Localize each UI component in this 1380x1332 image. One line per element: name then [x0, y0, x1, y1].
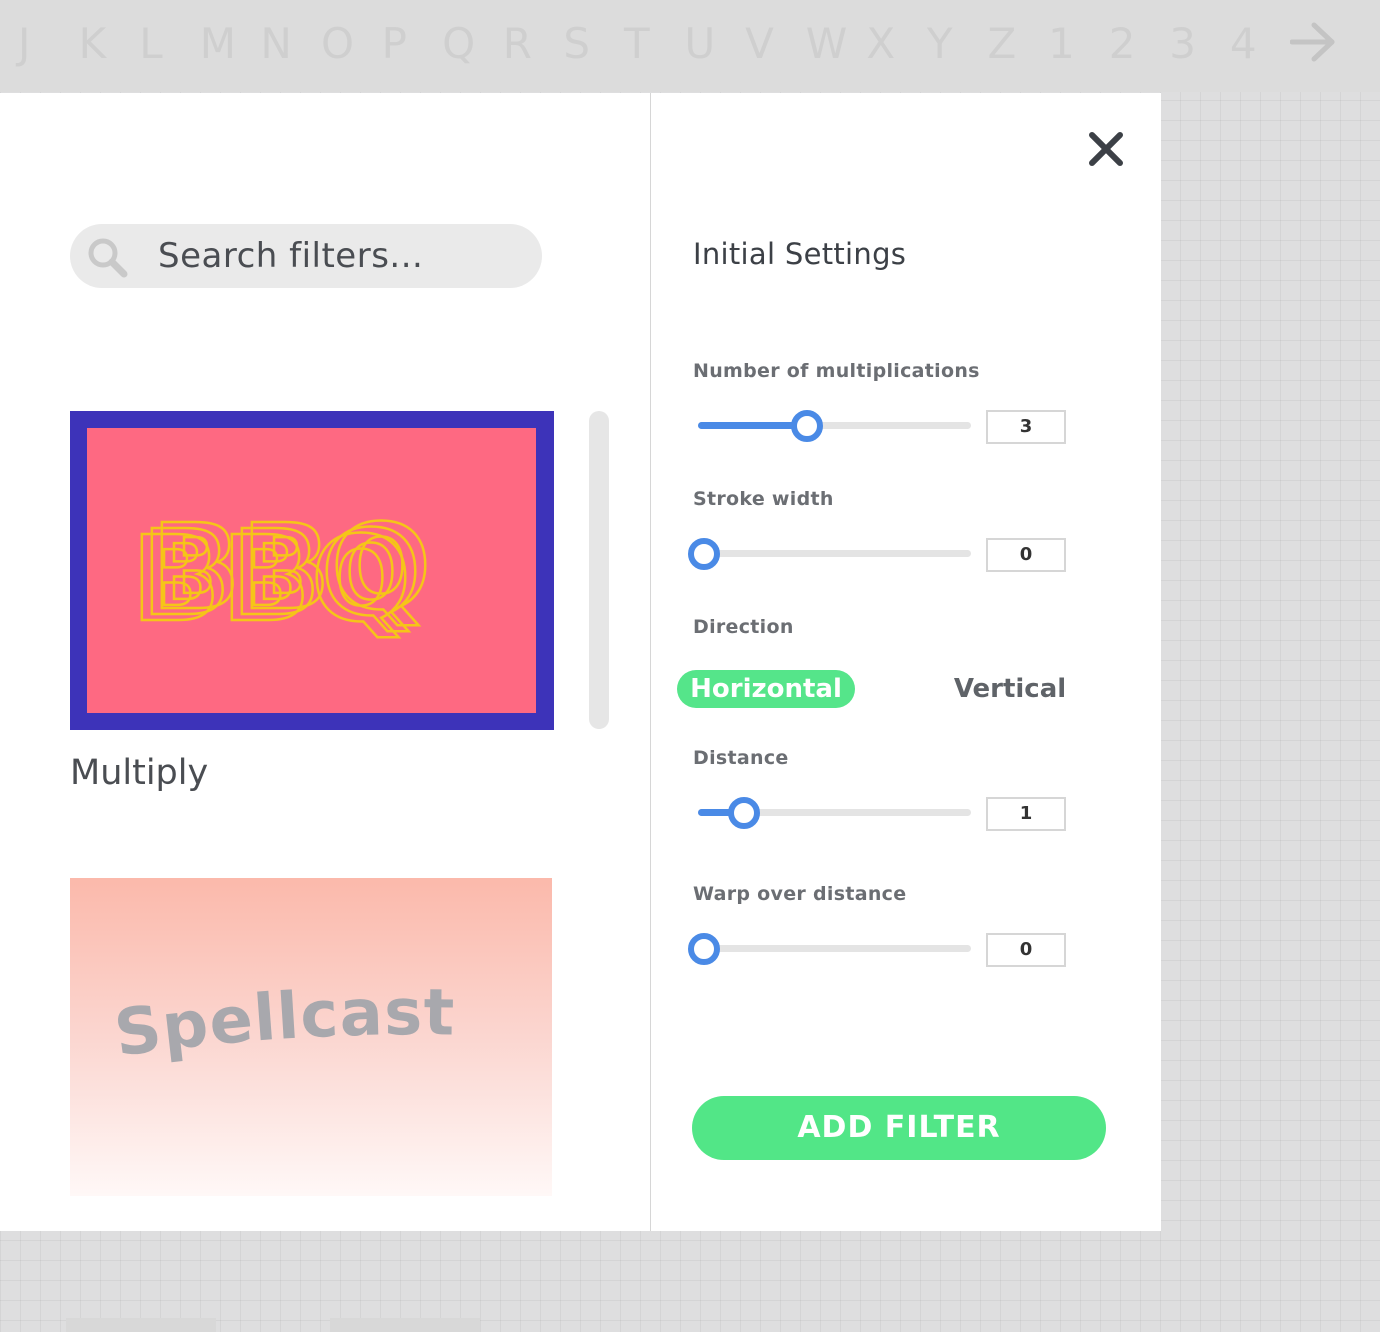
filter-list-scrollbar[interactable]: [589, 411, 609, 729]
letter-o[interactable]: O: [321, 18, 382, 70]
warp-slider-thumb[interactable]: [688, 933, 720, 965]
distance-slider-thumb[interactable]: [728, 797, 761, 829]
letter-q[interactable]: Q: [442, 18, 503, 70]
background-block: [66, 1318, 216, 1332]
filter-card-spellcast[interactable]: Spellcast: [70, 878, 552, 1196]
add-filter-button[interactable]: ADD FILTER: [692, 1096, 1106, 1160]
digit-2[interactable]: 2: [1109, 18, 1170, 70]
spellcast-preview-art: Spellcast: [110, 976, 455, 1072]
distance-slider[interactable]: [698, 797, 971, 829]
multiplications-slider-thumb[interactable]: [791, 410, 824, 442]
filter-card-label[interactable]: Multiply: [70, 753, 208, 793]
filter-picker-modal: BBQ BBQ BBQ Multiply Spellcast Initial S…: [0, 93, 1161, 1231]
letter-v[interactable]: V: [745, 18, 806, 70]
digit-3[interactable]: 3: [1169, 18, 1230, 70]
stroke-width-slider-thumb[interactable]: [688, 538, 720, 570]
letter-u[interactable]: U: [685, 18, 746, 70]
letter-k[interactable]: K: [79, 18, 140, 70]
stroke-width-slider[interactable]: [688, 538, 971, 570]
multiply-preview-art: BBQ BBQ BBQ: [130, 497, 433, 650]
warp-value[interactable]: 0: [986, 933, 1066, 967]
background-block: [330, 1318, 480, 1332]
stroke-width-label: Stroke width: [693, 488, 834, 510]
direction-vertical-option[interactable]: Vertical: [940, 670, 1080, 708]
letter-l[interactable]: L: [139, 18, 200, 70]
letter-s[interactable]: S: [563, 18, 624, 70]
letter-y[interactable]: Y: [927, 18, 988, 70]
alphabet-bar: J K L M N O P Q R S T U V W X Y Z 1 2 3 …: [0, 0, 1380, 92]
letter-w[interactable]: W: [806, 18, 867, 70]
digit-4[interactable]: 4: [1230, 18, 1291, 70]
spellcast-preview-text: Spellcast: [110, 976, 454, 1072]
letter-r[interactable]: R: [503, 18, 564, 70]
letter-z[interactable]: Z: [988, 18, 1049, 70]
search-input[interactable]: [158, 232, 518, 280]
search-icon: [88, 238, 128, 278]
direction-horizontal-option[interactable]: Horizontal: [677, 670, 855, 708]
multiplications-slider[interactable]: [698, 410, 971, 442]
close-icon[interactable]: [1086, 129, 1126, 169]
settings-title: Initial Settings: [693, 237, 907, 271]
letter-p[interactable]: P: [382, 18, 443, 70]
multiplications-value[interactable]: 3: [986, 410, 1066, 444]
letter-j[interactable]: J: [18, 18, 79, 70]
warp-slider[interactable]: [688, 933, 971, 965]
multiply-preview: BBQ BBQ BBQ: [87, 428, 536, 713]
multiplications-label: Number of multiplications: [693, 360, 980, 382]
bbq-preview-text: BBQ: [151, 498, 431, 636]
alphabet-letters: J K L M N O P Q R S T U V W X Y Z 1 2 3 …: [18, 18, 1290, 70]
filter-card-multiply[interactable]: BBQ BBQ BBQ: [70, 411, 554, 730]
svg-text:Spellcast: Spellcast: [110, 976, 455, 1072]
direction-label: Direction: [693, 616, 794, 638]
panel-divider: [650, 93, 651, 1231]
letter-x[interactable]: X: [866, 18, 927, 70]
letter-m[interactable]: M: [200, 18, 261, 70]
warp-label: Warp over distance: [693, 883, 907, 905]
stroke-width-value[interactable]: 0: [986, 538, 1066, 572]
distance-value[interactable]: 1: [986, 797, 1066, 831]
distance-label: Distance: [693, 747, 789, 769]
arrow-right-icon[interactable]: [1290, 22, 1336, 62]
letter-t[interactable]: T: [624, 18, 685, 70]
letter-n[interactable]: N: [260, 18, 321, 70]
digit-1[interactable]: 1: [1048, 18, 1109, 70]
search-bar[interactable]: [70, 224, 542, 288]
